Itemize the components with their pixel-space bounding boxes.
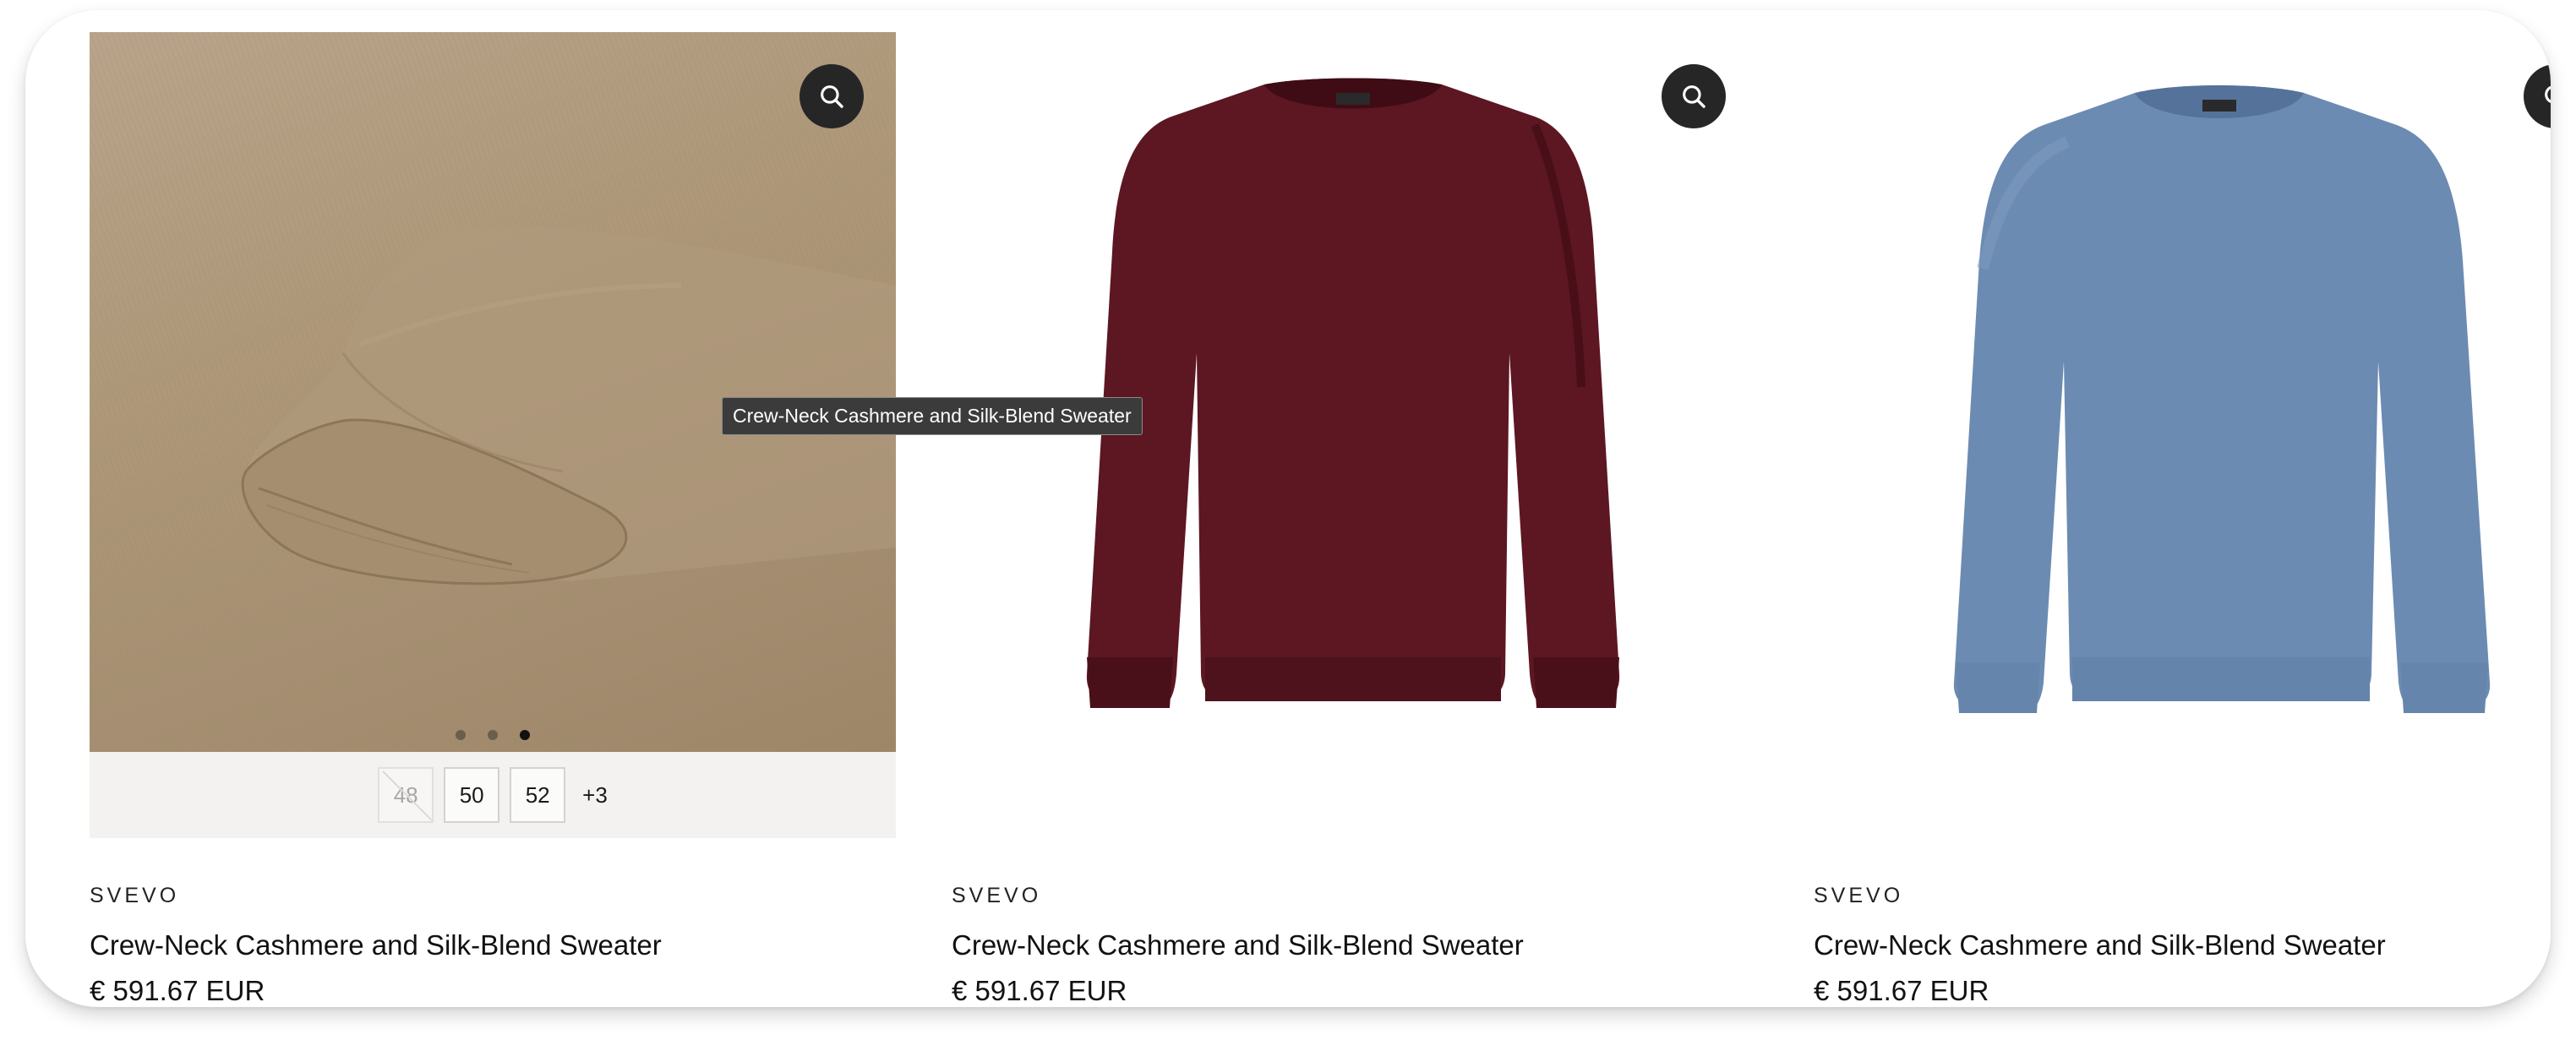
size-option[interactable]: 50: [444, 767, 500, 823]
product-card[interactable]: 48 50 52 +3 SVEVO Crew-Neck Cashmere and…: [90, 32, 896, 1007]
product-brand[interactable]: SVEVO: [90, 884, 179, 908]
product-image[interactable]: [90, 32, 896, 752]
carousel-dots: [90, 730, 896, 740]
product-name-tooltip: Crew-Neck Cashmere and Silk-Blend Sweate…: [722, 397, 1143, 435]
product-brand[interactable]: SVEVO: [1814, 884, 1903, 908]
product-image[interactable]: [1814, 32, 2551, 752]
product-price: € 591.67 EUR: [90, 975, 265, 1006]
product-card[interactable]: SVEVO Crew-Neck Cashmere and Silk-Blend …: [1814, 32, 2551, 1007]
carousel-dot-active[interactable]: [520, 730, 530, 740]
carousel-dot[interactable]: [488, 730, 498, 740]
product-image[interactable]: [952, 32, 1758, 752]
blue-sweater-image: [1953, 85, 2491, 713]
product-brand[interactable]: SVEVO: [952, 884, 1041, 908]
product-grid: 48 50 52 +3 SVEVO Crew-Neck Cashmere and…: [25, 10, 2551, 1007]
product-name[interactable]: Crew-Neck Cashmere and Silk-Blend Sweate…: [952, 929, 1524, 961]
burgundy-sweater-image: [1086, 78, 1620, 708]
carousel-dot[interactable]: [456, 730, 466, 740]
more-sizes-link[interactable]: +3: [582, 782, 608, 809]
product-name[interactable]: Crew-Neck Cashmere and Silk-Blend Sweate…: [1814, 929, 2386, 961]
zoom-button[interactable]: [800, 64, 864, 128]
size-option-unavailable: 48: [378, 767, 434, 823]
product-price: € 591.67 EUR: [1814, 975, 1989, 1006]
search-icon: [1683, 85, 1706, 108]
product-card[interactable]: SVEVO Crew-Neck Cashmere and Silk-Blend …: [952, 32, 1758, 1007]
size-option[interactable]: 52: [510, 767, 566, 823]
search-icon: [2545, 85, 2551, 103]
product-price: € 591.67 EUR: [952, 975, 1127, 1006]
sweater-sleeve-closeup-image: [90, 32, 896, 752]
product-name[interactable]: Crew-Neck Cashmere and Silk-Blend Sweate…: [90, 929, 662, 961]
zoom-button[interactable]: [1662, 64, 1726, 128]
size-selector: 48 50 52 +3: [90, 752, 896, 838]
search-icon: [821, 85, 843, 108]
